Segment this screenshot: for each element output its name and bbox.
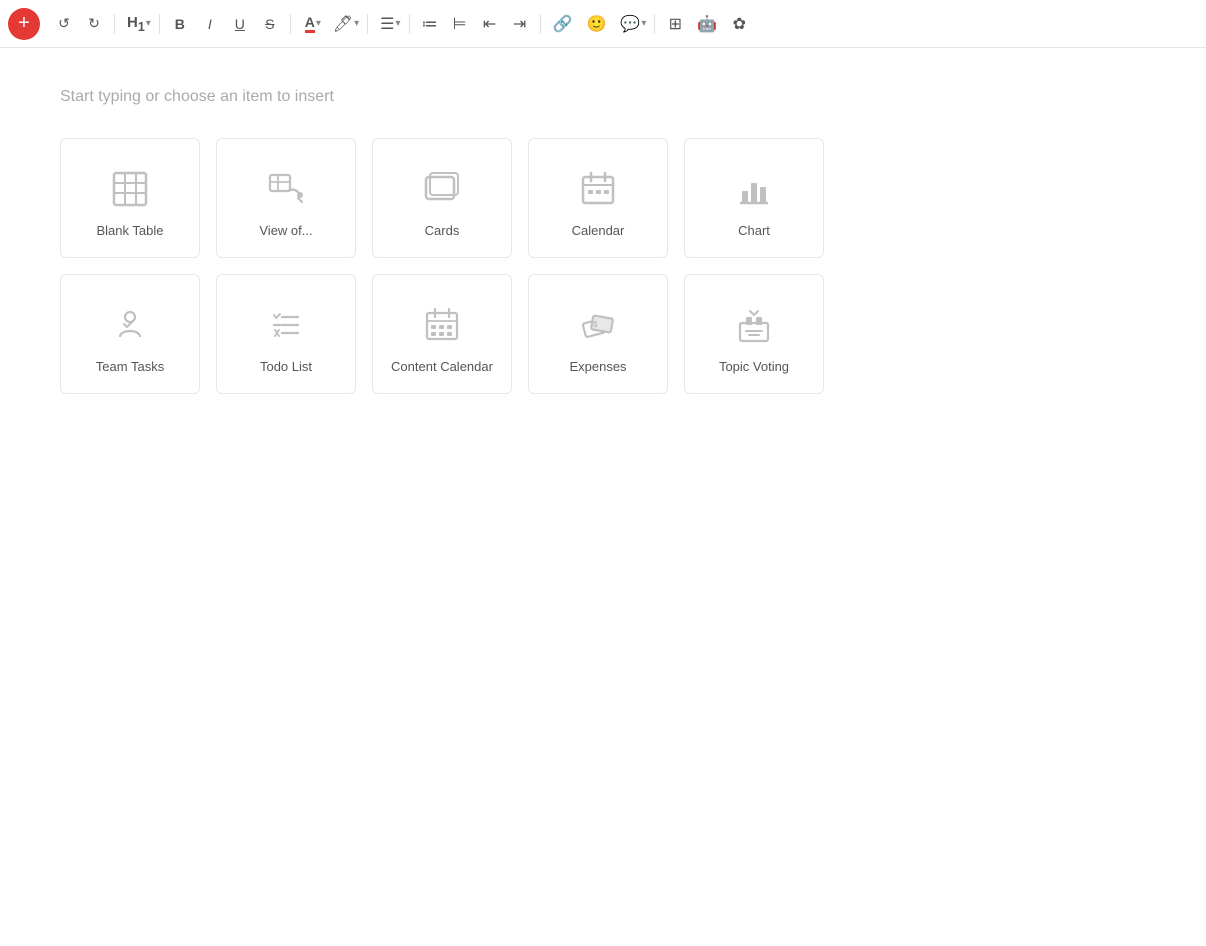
align-icon: ☰ <box>380 14 394 34</box>
team-tasks-card[interactable]: Team Tasks <box>60 274 200 394</box>
blank-table-label: Blank Table <box>97 223 164 238</box>
comment-chevron: ▾ <box>641 18 646 29</box>
topic-voting-icon <box>736 303 772 347</box>
svg-text:$: $ <box>593 320 598 329</box>
todo-list-icon <box>268 303 304 347</box>
heading-button[interactable]: H1 ▾ <box>121 9 153 39</box>
view-of-card[interactable]: View of... <box>216 138 356 258</box>
calendar-icon <box>580 167 616 211</box>
underline-icon: U <box>235 16 245 32</box>
calendar-label: Calendar <box>572 223 625 238</box>
blank-table-icon <box>112 167 148 211</box>
plus-icon: + <box>18 12 30 35</box>
team-tasks-icon <box>112 303 148 347</box>
add-button[interactable]: + <box>8 8 40 40</box>
cards-icon <box>424 167 460 211</box>
undo-icon: ↺ <box>58 15 70 32</box>
item-grid: Blank Table View of... <box>60 138 1146 394</box>
view-of-icon <box>268 167 304 211</box>
table-view-icon: ⊞ <box>669 14 682 34</box>
underline-button[interactable]: U <box>226 9 254 39</box>
outdent-icon: ⇤ <box>483 14 496 34</box>
comment-button[interactable]: 💬 ▾ <box>614 9 648 39</box>
redo-button[interactable]: ↻ <box>80 9 108 39</box>
expenses-label: Expenses <box>569 359 626 374</box>
main-content: Start typing or choose an item to insert… <box>0 48 1206 946</box>
todo-list-label: Todo List <box>260 359 312 374</box>
sep-2 <box>159 14 160 34</box>
content-calendar-card[interactable]: Content Calendar <box>372 274 512 394</box>
italic-button[interactable]: I <box>196 9 224 39</box>
link-button[interactable]: 🔗 <box>547 9 579 39</box>
link-icon: 🔗 <box>553 14 573 34</box>
team-tasks-label: Team Tasks <box>96 359 164 374</box>
heading-icon: H1 <box>127 14 145 34</box>
view-of-label: View of... <box>259 223 312 238</box>
bullet-list-button[interactable]: ≔ <box>416 9 444 39</box>
bot-button[interactable]: 🤖 <box>691 9 723 39</box>
heading-chevron: ▾ <box>146 18 151 29</box>
outdent-button[interactable]: ⇤ <box>476 9 504 39</box>
sep-5 <box>409 14 410 34</box>
expenses-card[interactable]: $ Expenses <box>528 274 668 394</box>
sep-7 <box>654 14 655 34</box>
share-button[interactable]: ✿ <box>725 9 753 39</box>
todo-list-card[interactable]: Todo List <box>216 274 356 394</box>
sep-4 <box>367 14 368 34</box>
strikethrough-icon: S <box>265 16 274 32</box>
strikethrough-button[interactable]: S <box>256 9 284 39</box>
content-calendar-icon <box>424 303 460 347</box>
indent-button[interactable]: ⇥ <box>506 9 534 39</box>
numbered-list-icon: ⊨ <box>453 14 467 34</box>
content-calendar-label: Content Calendar <box>391 359 493 374</box>
cards-label: Cards <box>425 223 460 238</box>
blank-table-card[interactable]: Blank Table <box>60 138 200 258</box>
sep-6 <box>540 14 541 34</box>
numbered-list-button[interactable]: ⊨ <box>446 9 474 39</box>
chart-icon <box>736 167 772 211</box>
redo-icon: ↻ <box>88 15 100 32</box>
expenses-icon: $ <box>580 303 616 347</box>
sep-3 <box>290 14 291 34</box>
topic-voting-label: Topic Voting <box>719 359 789 374</box>
highlight-chevron: ▾ <box>354 18 359 29</box>
bullet-list-icon: ≔ <box>422 14 438 34</box>
toolbar: + ↺ ↻ H1 ▾ B I U S A ▾ 🖊 ▾ ☰ ▾ ≔ ⊨ <box>0 0 1206 48</box>
chart-card[interactable]: Chart <box>684 138 824 258</box>
font-color-chevron: ▾ <box>316 18 321 29</box>
cards-card[interactable]: Cards <box>372 138 512 258</box>
bot-icon: 🤖 <box>697 14 717 34</box>
share-icon: ✿ <box>733 14 746 34</box>
italic-icon: I <box>208 16 212 32</box>
comment-icon: 💬 <box>620 14 640 34</box>
font-color-button[interactable]: A ▾ <box>297 9 325 39</box>
indent-icon: ⇥ <box>513 14 526 34</box>
bold-icon: B <box>175 16 185 32</box>
table-view-button[interactable]: ⊞ <box>661 9 689 39</box>
emoji-button[interactable]: 🙂 <box>580 9 612 39</box>
undo-button[interactable]: ↺ <box>50 9 78 39</box>
highlight-button[interactable]: 🖊 ▾ <box>327 9 361 39</box>
highlight-icon: 🖊 <box>333 14 353 34</box>
topic-voting-card[interactable]: Topic Voting <box>684 274 824 394</box>
calendar-card[interactable]: Calendar <box>528 138 668 258</box>
font-color-icon: A <box>305 14 315 33</box>
align-chevron: ▾ <box>396 18 401 29</box>
emoji-icon: 🙂 <box>586 14 606 34</box>
bold-button[interactable]: B <box>166 9 194 39</box>
chart-label: Chart <box>738 223 770 238</box>
align-button[interactable]: ☰ ▾ <box>374 9 402 39</box>
placeholder-text: Start typing or choose an item to insert <box>60 88 1146 106</box>
sep-1 <box>114 14 115 34</box>
